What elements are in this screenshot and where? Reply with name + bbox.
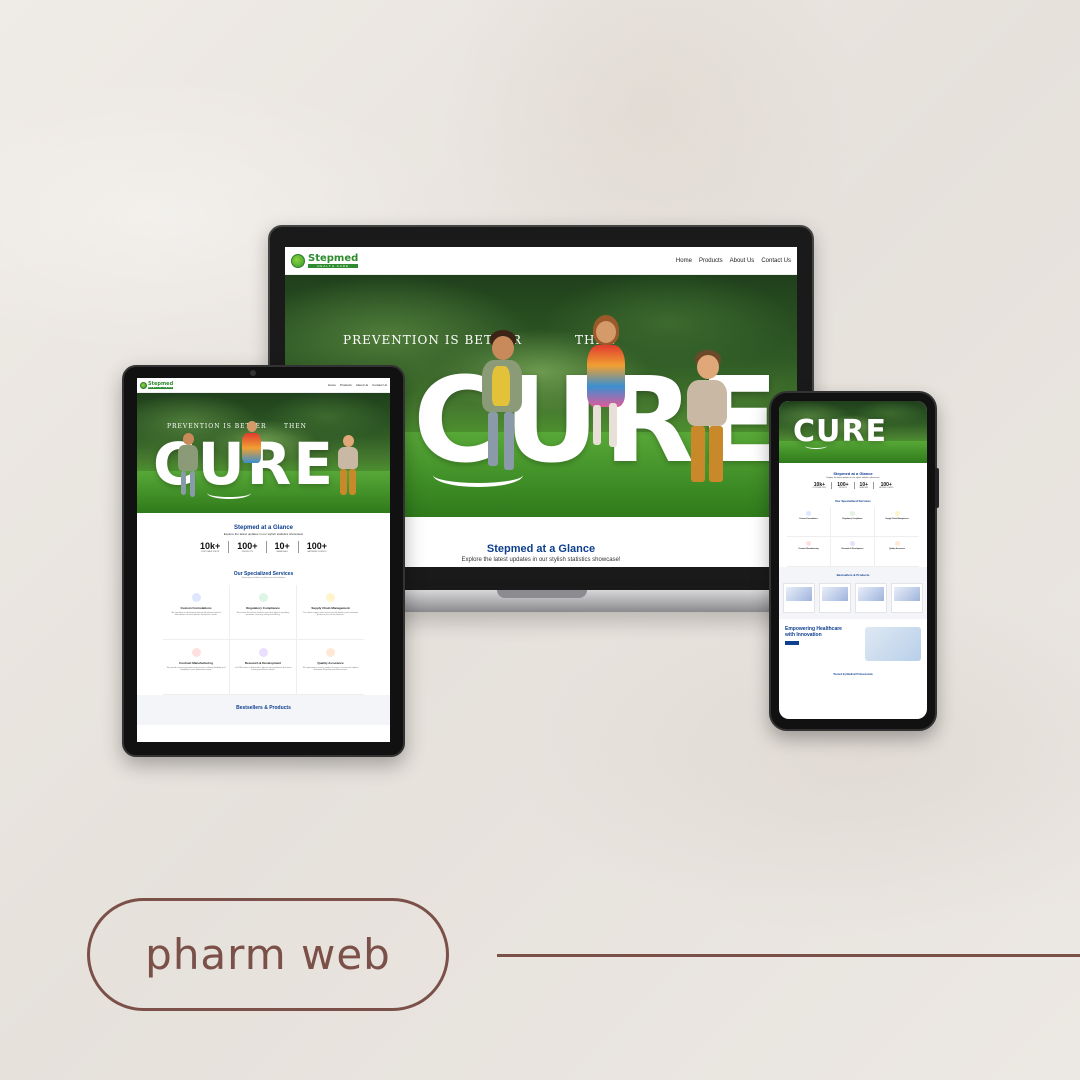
product-card[interactable] bbox=[855, 583, 887, 613]
service-card[interactable]: Contract Manufacturing bbox=[787, 537, 831, 567]
laptop-navbar: Stepmed HEALTH CARE Home Products About … bbox=[285, 247, 797, 275]
trusted-title: Trusted by Medical Professionals bbox=[833, 673, 873, 676]
services-grid: Custom Formulations We specialize in dev… bbox=[163, 585, 364, 695]
compliance-icon bbox=[258, 593, 268, 602]
service-card[interactable]: Regulatory Compliance We ensure that all… bbox=[230, 585, 297, 640]
truck-icon bbox=[894, 511, 900, 516]
phone-hero: CURE bbox=[779, 401, 927, 463]
nav-products[interactable]: Products bbox=[699, 258, 723, 264]
nav-products[interactable]: Products bbox=[340, 383, 352, 387]
stat-products: 100+ Products bbox=[229, 541, 267, 553]
flask-icon bbox=[850, 541, 855, 546]
pills-image bbox=[865, 627, 921, 661]
logo-tagline: HEALTH CARE bbox=[148, 387, 174, 389]
tablet-bestsellers-section: Bestsellers & Products bbox=[137, 695, 390, 725]
service-card[interactable]: Regulatory Compliance bbox=[831, 507, 875, 537]
service-card[interactable]: Custom Formulations We specialize in dev… bbox=[163, 585, 230, 640]
nav-home[interactable]: Home bbox=[676, 258, 692, 264]
kid-boy-right bbox=[675, 350, 735, 500]
product-box-image bbox=[786, 587, 812, 601]
stats-row: 10k+ Customer Visits 100+ Products 10+ B… bbox=[137, 541, 390, 553]
glance-subtitle: Explore the latest updates in our stylis… bbox=[223, 532, 304, 536]
compliance-icon bbox=[850, 511, 855, 516]
bestsellers-title: Bestsellers & Products bbox=[236, 705, 291, 711]
label-pill: pharm web bbox=[87, 898, 449, 1011]
tablet-hero: PREVENTION IS BETTER THEN CURE bbox=[137, 393, 390, 513]
star-icon bbox=[326, 648, 335, 657]
logo-tagline: HEALTH CARE bbox=[308, 264, 359, 268]
stat-branches: 10+ Branches bbox=[267, 541, 299, 553]
phone-glance-section: Stepmed at a Glance Explore the latest u… bbox=[779, 463, 927, 489]
nav-about[interactable]: About Us bbox=[356, 383, 368, 387]
services-grid: Custom Formulations Regulatory Complianc… bbox=[787, 507, 919, 567]
product-box-image bbox=[858, 587, 884, 601]
stat-customer-visits: 10k+ Customer Visits bbox=[192, 541, 230, 553]
service-card[interactable]: Custom Formulations bbox=[787, 507, 831, 537]
kid-boy-left bbox=[173, 433, 203, 503]
product-row bbox=[783, 583, 923, 613]
phone-side-button bbox=[935, 468, 939, 508]
product-card[interactable] bbox=[891, 583, 923, 613]
tablet-menu: Home Products About Us Contact Us bbox=[324, 383, 387, 387]
nav-about[interactable]: About Us bbox=[730, 258, 755, 264]
logo-icon bbox=[140, 381, 147, 389]
kid-girl-middle bbox=[237, 421, 267, 491]
bestsellers-title: Bestsellers & Products bbox=[836, 573, 870, 577]
service-card[interactable]: Research & Development bbox=[831, 537, 875, 567]
product-box-image bbox=[822, 587, 848, 601]
logo-name: Stepmed bbox=[308, 253, 359, 264]
empower-heading: Empowering Healthcare with Innovation bbox=[785, 626, 842, 638]
glance-title: Stepmed at a Glance bbox=[233, 525, 294, 531]
factory-icon bbox=[806, 541, 811, 546]
product-box-image bbox=[894, 587, 920, 601]
stats-row: 10k+ Customer Visits 100+ Products 10+ B… bbox=[779, 482, 927, 489]
nav-home[interactable]: Home bbox=[328, 383, 336, 387]
tablet-camera bbox=[250, 370, 256, 376]
laptop-menu: Home Products About Us Contact Us bbox=[669, 258, 791, 264]
formulation-icon bbox=[191, 593, 201, 602]
formulation-icon bbox=[806, 511, 811, 516]
truck-icon bbox=[326, 593, 335, 602]
nav-contact[interactable]: Contact Us bbox=[761, 258, 791, 264]
service-card[interactable]: Quality Assurance We rigorously test eve… bbox=[297, 640, 364, 695]
service-card[interactable]: Supply Chain Management Our robust suppl… bbox=[297, 585, 364, 640]
flask-icon bbox=[258, 648, 268, 657]
stat-satisfied-clients: 100+ Satisfied Clients bbox=[306, 541, 328, 553]
decorative-rule bbox=[497, 954, 1080, 957]
kid-girl-middle bbox=[575, 315, 635, 465]
star-icon bbox=[894, 541, 900, 546]
empower-button[interactable] bbox=[785, 641, 799, 645]
service-card[interactable]: Contract Manufacturing We provide contra… bbox=[163, 640, 230, 695]
phone-screen: CURE Stepmed at a Glance Explore the lat… bbox=[779, 401, 927, 719]
glance-title: Stepmed at a Glance bbox=[833, 471, 873, 476]
glance-subtitle: Explore the latest updates in our stylis… bbox=[826, 477, 880, 479]
logo-icon bbox=[291, 253, 305, 268]
laptop-notch bbox=[497, 590, 587, 598]
phone-bestsellers-section: Bestsellers & Products bbox=[779, 567, 927, 619]
service-card[interactable]: Quality Assurance bbox=[875, 537, 919, 567]
services-title: Our Specialized Services bbox=[835, 499, 871, 503]
empower-section: Empowering Healthcare with Innovation bbox=[779, 619, 927, 669]
kid-boy-right bbox=[333, 435, 363, 505]
product-card[interactable] bbox=[783, 583, 815, 613]
factory-icon bbox=[191, 648, 201, 657]
service-card[interactable]: Research & Development Our R&D team is d… bbox=[230, 640, 297, 695]
services-subtitle: Delivering excellence in pharmaceutical … bbox=[241, 577, 286, 579]
tablet-logo[interactable]: Stepmed HEALTH CARE bbox=[140, 381, 174, 389]
tablet-screen: Stepmed HEALTH CARE Home Products About … bbox=[137, 378, 390, 742]
label-text: pharm web bbox=[145, 930, 391, 979]
hero-smile-arc bbox=[805, 443, 827, 449]
service-card[interactable]: Supply Chain Management bbox=[875, 507, 919, 537]
laptop-logo[interactable]: Stepmed HEALTH CARE bbox=[291, 253, 359, 268]
nav-contact[interactable]: Contact Us bbox=[372, 383, 387, 387]
tablet-navbar: Stepmed HEALTH CARE Home Products About … bbox=[137, 378, 390, 393]
product-card[interactable] bbox=[819, 583, 851, 613]
tablet-glance-section: Stepmed at a Glance Explore the latest u… bbox=[137, 513, 390, 553]
kid-boy-left bbox=[470, 330, 530, 480]
